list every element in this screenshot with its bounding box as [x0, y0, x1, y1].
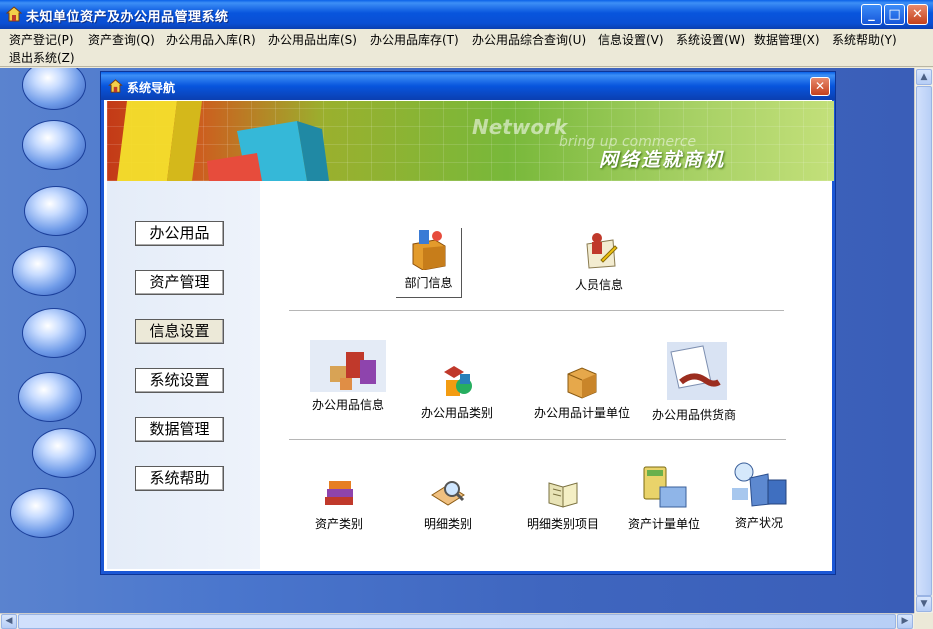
nav-sidebar: 办公用品 资产管理 信息设置 系统设置 数据管理 系统帮助 [107, 181, 260, 569]
main-titlebar[interactable]: 未知单位资产及办公用品管理系统 _ □ ✕ [0, 0, 933, 29]
nav-system-help-button[interactable]: 系统帮助 [135, 466, 224, 491]
decor-bubble [22, 308, 86, 358]
system-navigation-dialog: 系统导航 ✕ Network bring up commerce 网络造就商机 … [101, 72, 835, 574]
tile-asset-unit[interactable]: 资产计量单位 [624, 465, 704, 533]
menu-supplies-query[interactable]: 办公用品综合查询(U) [472, 31, 586, 48]
tile-supplies-info[interactable]: 办公用品信息 [302, 340, 394, 420]
dialog-app-icon [108, 79, 123, 93]
decor-bubble [18, 372, 82, 422]
nav-system-settings-button[interactable]: 系统设置 [135, 368, 224, 393]
detail-category-magnifier-icon [431, 481, 465, 506]
tile-asset-category[interactable]: 资产类别 [309, 477, 369, 533]
app-house-icon [6, 6, 22, 22]
menu-system-settings[interactable]: 系统设置(W) [676, 31, 745, 48]
tile-department-info[interactable]: 部门信息 [396, 228, 462, 298]
section-divider [289, 439, 786, 441]
menu-supplies-out[interactable]: 办公用品出库(S) [268, 31, 357, 48]
decor-bubble [12, 246, 76, 296]
tile-label: 办公用品供货商 [651, 408, 736, 422]
tile-label: 部门信息 [404, 276, 453, 290]
menu-asset-register[interactable]: 资产登记(P) [9, 31, 74, 48]
horizontal-scrollbar[interactable]: ◀ ▶ [0, 613, 914, 629]
dialog-close-button[interactable]: ✕ [810, 77, 830, 96]
tile-detail-category-item[interactable]: 明细类别项目 [516, 477, 610, 533]
window-title: 未知单位资产及办公用品管理系统 [26, 10, 229, 25]
detail-item-book-icon [548, 482, 578, 508]
decor-bubble [22, 68, 86, 110]
asset-status-monitor-icon [732, 462, 787, 507]
asset-category-books-icon [325, 481, 353, 505]
scroll-corner [914, 613, 933, 629]
scroll-up-icon[interactable]: ▲ [916, 69, 932, 85]
menu-data-management[interactable]: 数据管理(X) [754, 31, 820, 48]
tile-label: 办公用品信息 [311, 398, 384, 412]
decor-bubble [10, 488, 74, 538]
department-box-icon [412, 230, 445, 270]
supplies-category-shapes-icon [444, 366, 472, 396]
tile-label: 资产状况 [734, 516, 783, 530]
menu-bar: 资产登记(P) 资产查询(Q) 办公用品入库(R) 办公用品出库(S) 办公用品… [0, 29, 933, 67]
decor-bubble [22, 120, 86, 170]
scroll-down-icon[interactable]: ▼ [916, 596, 932, 612]
asset-unit-calculator-icon [643, 466, 687, 508]
personnel-pencil-icon [586, 233, 618, 269]
menu-asset-query[interactable]: 资产查询(Q) [88, 31, 155, 48]
vertical-scroll-thumb[interactable] [916, 86, 932, 596]
tile-detail-category[interactable]: 明细类别 [418, 477, 478, 533]
nav-info-settings-button[interactable]: 信息设置 [135, 319, 224, 344]
banner-chart-graphic [117, 101, 329, 181]
nav-asset-management-button[interactable]: 资产管理 [135, 270, 224, 295]
vertical-scrollbar[interactable]: ▲ ▼ [914, 68, 933, 613]
menu-exit[interactable]: 退出系统(Z) [9, 49, 75, 66]
tile-personnel-info[interactable]: 人员信息 [564, 230, 634, 296]
dialog-titlebar[interactable]: 系统导航 ✕ [101, 72, 835, 100]
supplier-handshake-icon [667, 342, 727, 400]
section-divider [289, 310, 784, 312]
menu-supplies-stock[interactable]: 办公用品库存(T) [370, 31, 459, 48]
nav-data-management-button[interactable]: 数据管理 [135, 417, 224, 442]
horizontal-scroll-thumb[interactable] [18, 614, 896, 629]
tile-label: 办公用品计量单位 [533, 406, 630, 420]
tile-supplies-unit[interactable]: 办公用品计量单位 [528, 364, 636, 420]
banner-slogan: 网络造就商机 [599, 149, 726, 171]
header-banner: Network bring up commerce 网络造就商机 [107, 101, 834, 181]
tile-label: 资产计量单位 [627, 517, 700, 531]
banner-network-text: Network [472, 115, 568, 139]
menu-system-help[interactable]: 系统帮助(Y) [832, 31, 897, 48]
menu-supplies-in[interactable]: 办公用品入库(R) [166, 31, 256, 48]
tile-supplies-supplier[interactable]: 办公用品供货商 [644, 342, 744, 422]
menu-info-settings[interactable]: 信息设置(V) [598, 31, 664, 48]
scroll-left-icon[interactable]: ◀ [1, 614, 17, 629]
tile-asset-status[interactable]: 资产状况 [727, 460, 791, 534]
nav-office-supplies-button[interactable]: 办公用品 [135, 221, 224, 246]
tile-label: 办公用品类别 [420, 406, 493, 420]
tile-supplies-category[interactable]: 办公用品类别 [416, 364, 498, 420]
supplies-unit-boxes-icon [567, 367, 597, 399]
decor-bubble [24, 186, 88, 236]
tile-label: 人员信息 [574, 278, 623, 292]
tile-label: 资产类别 [314, 517, 363, 531]
scroll-right-icon[interactable]: ▶ [897, 614, 913, 629]
minimize-button[interactable]: _ [861, 4, 882, 25]
tile-label: 明细类别项目 [526, 517, 599, 531]
close-button[interactable]: ✕ [907, 4, 928, 25]
dialog-title: 系统导航 [127, 81, 176, 95]
decor-bubble [32, 428, 96, 478]
tile-label: 明细类别 [423, 517, 472, 531]
supplies-info-cubes-icon [310, 340, 386, 392]
maximize-button[interactable]: □ [884, 4, 905, 25]
